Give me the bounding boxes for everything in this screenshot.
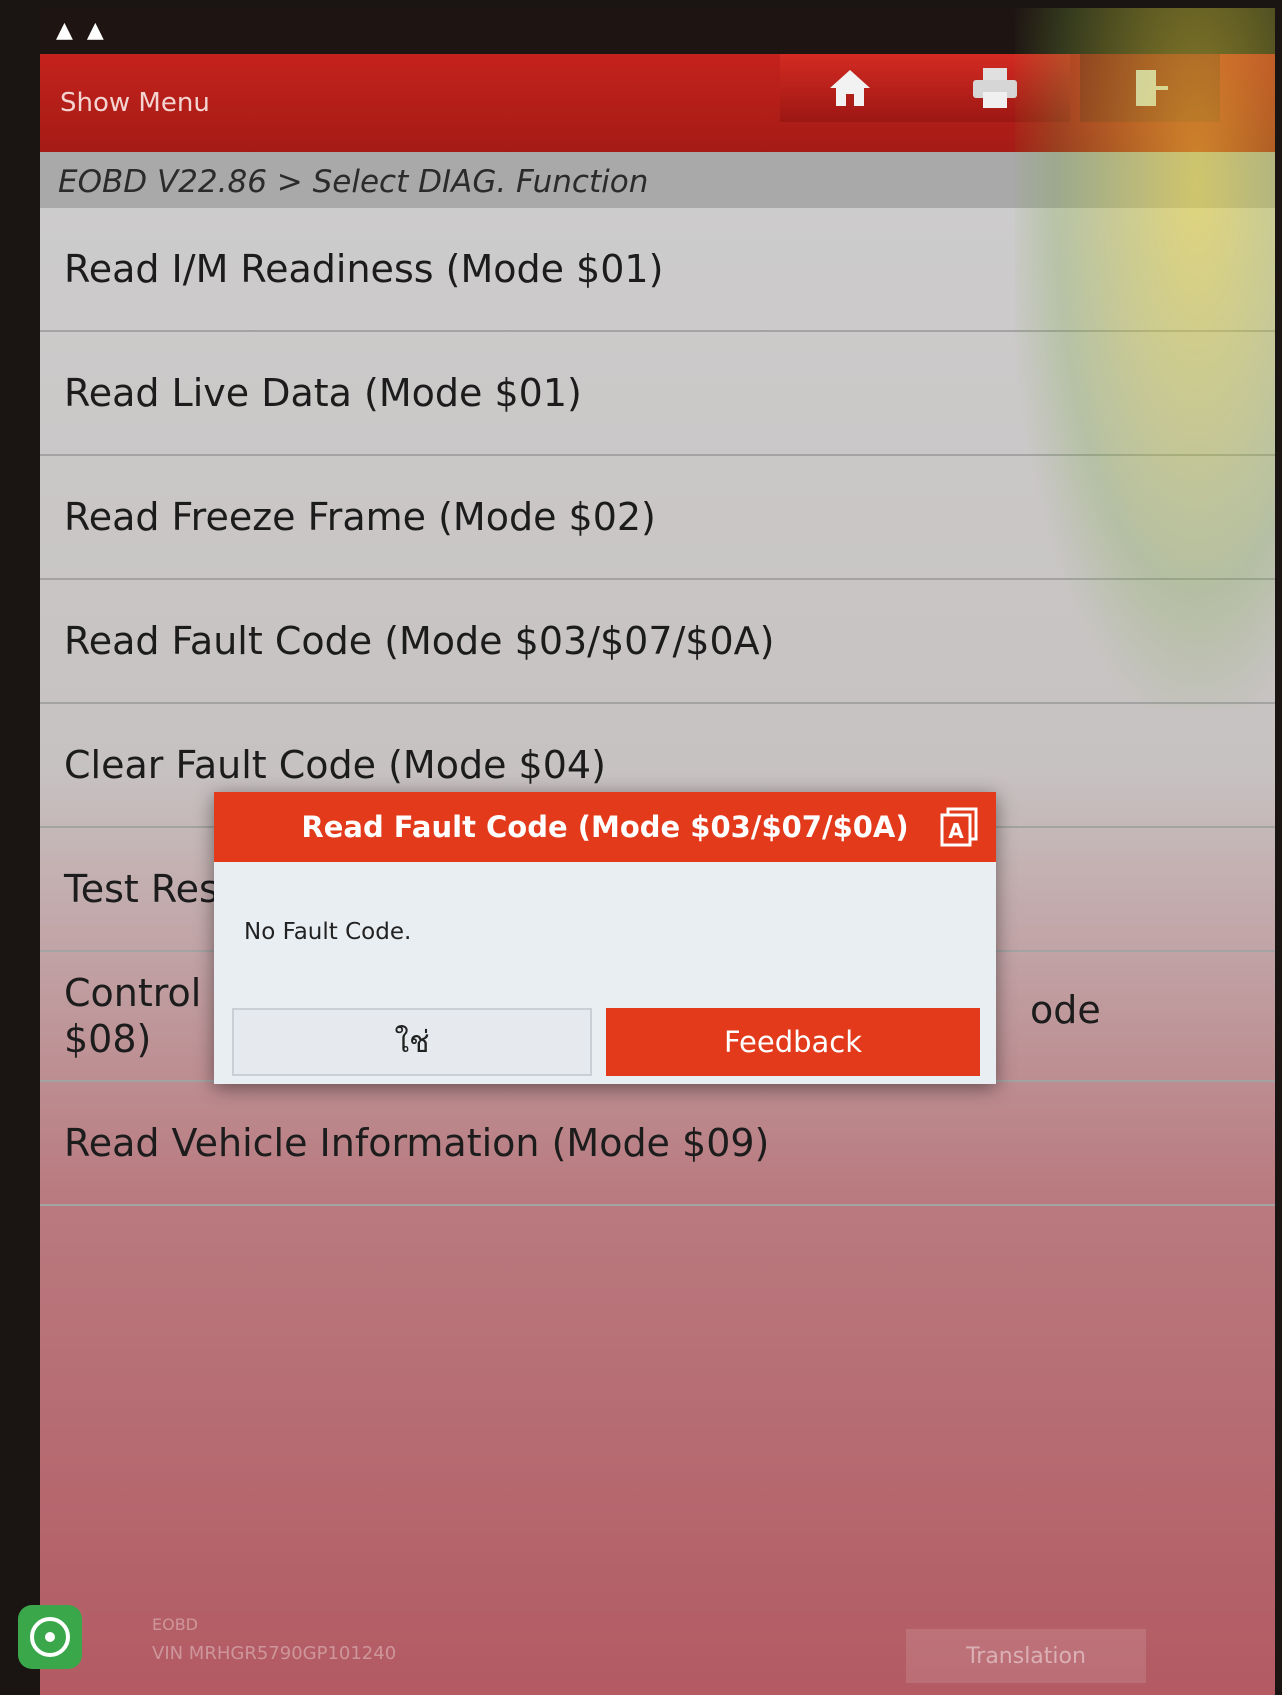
feedback-button[interactable]: Feedback [606,1008,980,1076]
dialog-title-bar: Read Fault Code (Mode $03/$07/$0A) A [214,792,996,862]
printer-icon [973,68,1017,108]
vin-text: VIN MRHGR5790GP101240 [152,1643,397,1664]
menu-item-label: Read Vehicle Information (Mode $09) [64,1121,770,1165]
menu-item-label: Clear Fault Code (Mode $04) [64,743,606,787]
translation-button[interactable]: Translation [906,1629,1146,1683]
exit-icon [1136,70,1168,106]
top-bar: Show Menu [40,54,1275,152]
menu-item-label: Read Fault Code (Mode $03/$07/$0A) [64,619,775,663]
menu-item-live-data[interactable]: Read Live Data (Mode $01) [40,332,1275,456]
menu-item-label: Read I/M Readiness (Mode $01) [64,247,664,291]
breadcrumb-bar: EOBD V22.86 > Select DIAG. Function [40,152,1275,208]
exit-button[interactable] [1080,54,1220,122]
diagnostic-launcher-button[interactable] [18,1605,82,1669]
print-button[interactable] [920,54,1070,122]
status-bar: ▲ ▲ [40,8,1275,54]
home-icon [830,70,870,106]
yes-button[interactable]: ใช่ [232,1008,592,1076]
warning-icon: ▲ [86,18,104,43]
menu-item-freeze-frame[interactable]: Read Freeze Frame (Mode $02) [40,456,1275,580]
breadcrumb: EOBD V22.86 > Select DIAG. Function [58,164,649,200]
svg-text:A: A [948,819,964,843]
warning-icon: ▲ [56,18,73,43]
show-menu-button[interactable]: Show Menu [60,88,210,118]
menu-item-label-tail: ode [1030,988,1101,1032]
home-button[interactable] [780,54,920,122]
font-size-icon[interactable]: A [940,807,980,847]
steering-wheel-icon [30,1617,70,1657]
fault-code-dialog: Read Fault Code (Mode $03/$07/$0A) A No … [214,792,996,1084]
menu-item-read-fault-code[interactable]: Read Fault Code (Mode $03/$07/$0A) [40,580,1275,704]
dialog-button-row: ใช่ Feedback [214,1002,996,1084]
vehicle-label: EOBD [152,1615,198,1634]
menu-item-label: Read Freeze Frame (Mode $02) [64,495,656,539]
menu-item-vehicle-info[interactable]: Read Vehicle Information (Mode $09) [40,1082,1275,1206]
dialog-message: No Fault Code. [244,919,412,945]
dialog-title: Read Fault Code (Mode $03/$07/$0A) [301,810,909,844]
menu-item-im-readiness[interactable]: Read I/M Readiness (Mode $01) [40,208,1275,332]
menu-item-label: Read Live Data (Mode $01) [64,371,582,415]
footer: EOBD VIN MRHGR5790GP101240 Translation [40,1605,1275,1695]
